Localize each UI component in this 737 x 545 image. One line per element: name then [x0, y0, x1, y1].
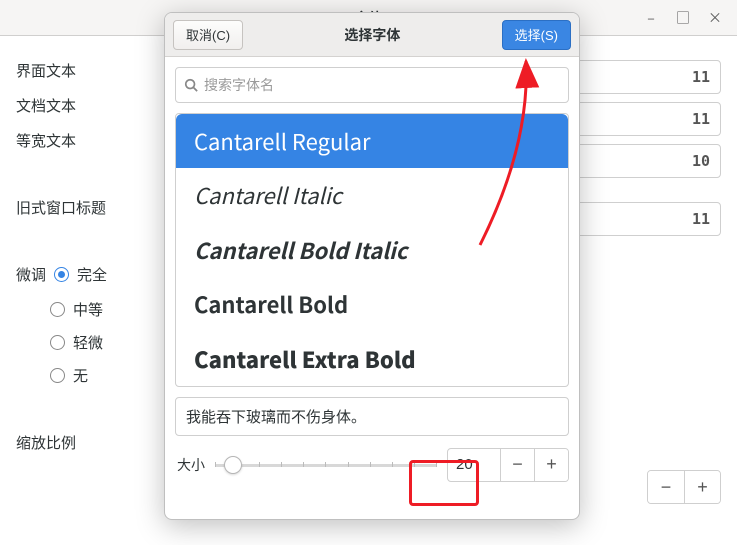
left-labels-column: 界面文本 文档文本 等宽文本 旧式窗口标题 微调 完全 中等 轻微 无 缩放比例: [16, 60, 156, 504]
font-item-cantarell-extra-bold[interactable]: Cantarell Extra Bold: [176, 332, 568, 386]
size-increase-button[interactable]: +: [534, 448, 568, 482]
font-size: 11: [692, 110, 710, 128]
font-item-cantarell-bold[interactable]: Cantarell Bold: [176, 277, 568, 331]
label-interface-text: 界面文本: [16, 60, 156, 81]
font-size: 10: [692, 152, 710, 170]
size-label: 大小: [177, 455, 205, 475]
label-scale: 缩放比例: [16, 432, 156, 453]
scale-spinner: − +: [647, 470, 721, 504]
font-item-cantarell-regular[interactable]: Cantarell Regular: [176, 114, 568, 168]
cancel-button[interactable]: 取消(C): [173, 20, 243, 50]
size-input[interactable]: [448, 456, 500, 473]
font-chooser-dialog: 取消(C) 选择字体 选择(S) Cantarell Regular Canta…: [164, 12, 580, 520]
search-field[interactable]: [175, 67, 569, 103]
radio-label-full: 完全: [77, 264, 107, 285]
search-input[interactable]: [204, 77, 560, 93]
size-row: 大小 − +: [175, 446, 569, 494]
close-icon[interactable]: ×: [707, 8, 723, 28]
font-size: 11: [692, 210, 710, 228]
radio-hinting-medium[interactable]: [50, 302, 65, 317]
radio-label-none: 无: [73, 365, 88, 386]
minimize-icon[interactable]: –: [643, 8, 659, 28]
label-legacy-title: 旧式窗口标题: [16, 197, 156, 218]
radio-hinting-slight[interactable]: [50, 335, 65, 350]
label-monospace-text: 等宽文本: [16, 130, 156, 151]
search-icon: [184, 78, 198, 92]
radio-hinting-none[interactable]: [50, 368, 65, 383]
maximize-icon[interactable]: □: [675, 8, 691, 28]
radio-label-slight: 轻微: [73, 332, 103, 353]
size-spinbox: − +: [447, 448, 569, 482]
slider-thumb[interactable]: [224, 456, 242, 474]
font-list: Cantarell Regular Cantarell Italic Canta…: [175, 113, 569, 387]
size-slider[interactable]: [215, 455, 437, 475]
font-item-cantarell-bold-italic[interactable]: Cantarell Bold Italic: [176, 223, 568, 277]
select-button[interactable]: 选择(S): [502, 20, 571, 50]
font-item-cantarell-italic[interactable]: Cantarell Italic: [176, 168, 568, 222]
label-document-text: 文档文本: [16, 95, 156, 116]
radio-hinting-full[interactable]: [54, 267, 69, 282]
preview-text[interactable]: 我能吞下玻璃而不伤身体。: [175, 397, 569, 436]
window-controls: – □ ×: [643, 0, 723, 36]
scale-decrease-button[interactable]: −: [648, 471, 684, 503]
dialog-title: 选择字体: [251, 25, 494, 45]
label-hinting: 微调: [16, 264, 46, 285]
font-size: 11: [692, 68, 710, 86]
dialog-header: 取消(C) 选择字体 选择(S): [165, 13, 579, 57]
scale-increase-button[interactable]: +: [684, 471, 720, 503]
size-decrease-button[interactable]: −: [500, 448, 534, 482]
radio-label-medium: 中等: [73, 299, 103, 320]
